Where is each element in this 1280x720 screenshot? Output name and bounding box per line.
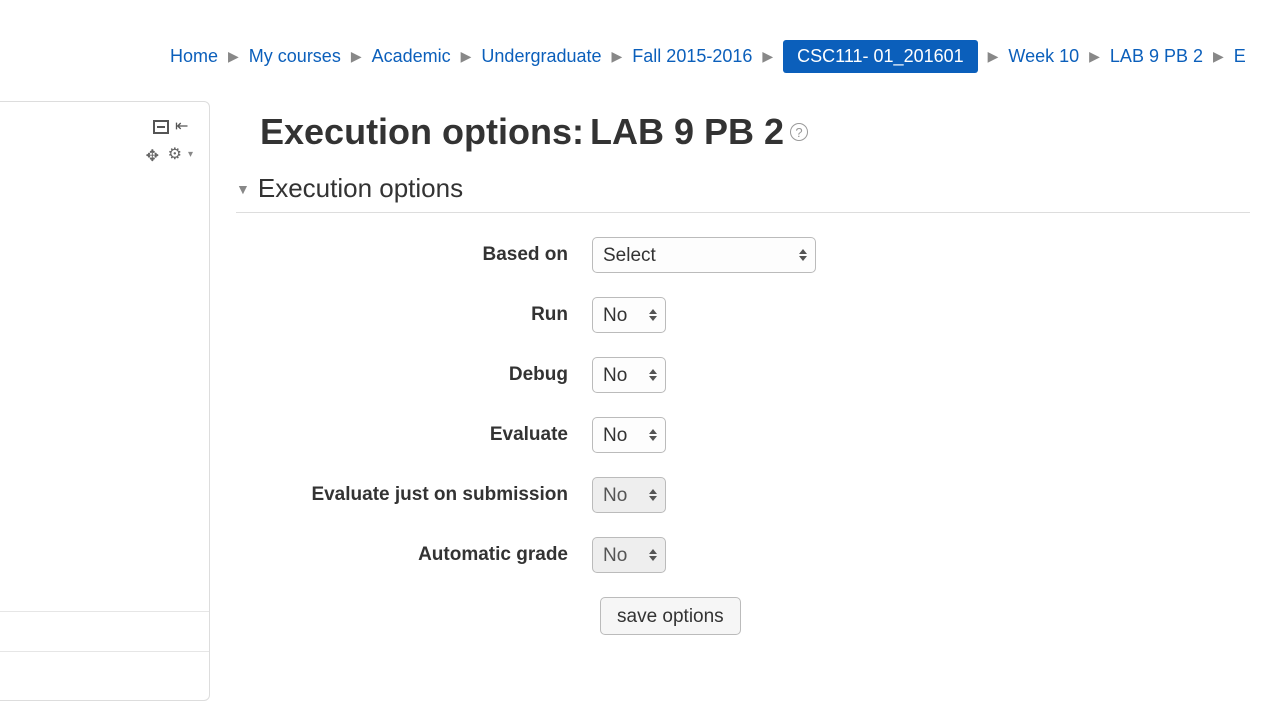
breadcrumb-term[interactable]: Fall 2015-2016 (632, 46, 752, 67)
move-icon[interactable]: ✥ (146, 146, 162, 162)
breadcrumb-tail[interactable]: E (1234, 46, 1246, 67)
row-evaluate-submission: Evaluate just on submission No (260, 477, 1250, 513)
section-execution-options[interactable]: ▼ Execution options (236, 167, 1250, 213)
main-content: Execution options: LAB 9 PB 2 ? ▼ Execut… (210, 101, 1280, 665)
label-evaluate: Evaluate (260, 424, 592, 446)
page-title: Execution options: LAB 9 PB 2 ? (260, 111, 1250, 153)
chevron-right-icon: ▶ (612, 48, 623, 65)
label-run: Run (260, 304, 592, 326)
chevron-right-icon: ▶ (228, 48, 239, 65)
sidebar-item[interactable] (0, 572, 209, 612)
dock-block-icon[interactable]: ⇤ (175, 120, 193, 136)
breadcrumb-home[interactable]: Home (170, 46, 218, 67)
row-run: Run No (260, 297, 1250, 333)
select-auto-grade[interactable]: No (592, 537, 666, 573)
sidebar-nav (0, 572, 209, 652)
page-title-prefix: Execution options: (260, 111, 584, 153)
breadcrumb-lab[interactable]: LAB 9 PB 2 (1110, 46, 1203, 67)
breadcrumb-undergraduate[interactable]: Undergraduate (481, 46, 601, 67)
help-icon[interactable]: ? (790, 123, 808, 141)
row-auto-grade: Automatic grade No (260, 537, 1250, 573)
row-evaluate: Evaluate No (260, 417, 1250, 453)
caret-down-icon[interactable]: ▾ (188, 149, 193, 160)
label-auto-grade: Automatic grade (260, 544, 592, 566)
row-based-on: Based on Select (260, 237, 1250, 273)
breadcrumb-mycourses[interactable]: My courses (249, 46, 341, 67)
select-evaluate[interactable]: No (592, 417, 666, 453)
chevron-right-icon: ▶ (351, 48, 362, 65)
row-debug: Debug No (260, 357, 1250, 393)
label-debug: Debug (260, 364, 592, 386)
page-title-name: LAB 9 PB 2 (590, 111, 784, 153)
chevron-right-icon: ▶ (988, 48, 999, 65)
save-options-button[interactable]: save options (600, 597, 741, 635)
breadcrumb-academic[interactable]: Academic (372, 46, 451, 67)
select-evaluate-submission[interactable]: No (592, 477, 666, 513)
section-title: Execution options (258, 173, 463, 204)
breadcrumb-course[interactable]: CSC111- 01_201601 (783, 40, 977, 73)
chevron-right-icon: ▶ (762, 48, 773, 65)
select-debug[interactable]: No (592, 357, 666, 393)
chevron-right-icon: ▶ (461, 48, 472, 65)
select-run[interactable]: No (592, 297, 666, 333)
collapse-block-icon[interactable] (153, 120, 169, 134)
sidebar-block: ⇤ ✥ ⚙ ▾ (0, 101, 210, 701)
gear-icon[interactable]: ⚙ (168, 144, 182, 164)
chevron-right-icon: ▶ (1213, 48, 1224, 65)
label-based-on: Based on (260, 244, 592, 266)
chevron-right-icon: ▶ (1089, 48, 1100, 65)
caret-down-icon: ▼ (236, 181, 250, 197)
breadcrumb-week[interactable]: Week 10 (1008, 46, 1079, 67)
label-evaluate-submission: Evaluate just on submission (260, 484, 592, 506)
breadcrumb: Home ▶ My courses ▶ Academic ▶ Undergrad… (0, 0, 1280, 81)
execution-options-form: Based on Select Run No Debug (260, 213, 1250, 635)
select-based-on[interactable]: Select (592, 237, 816, 273)
sidebar-item[interactable] (0, 612, 209, 652)
